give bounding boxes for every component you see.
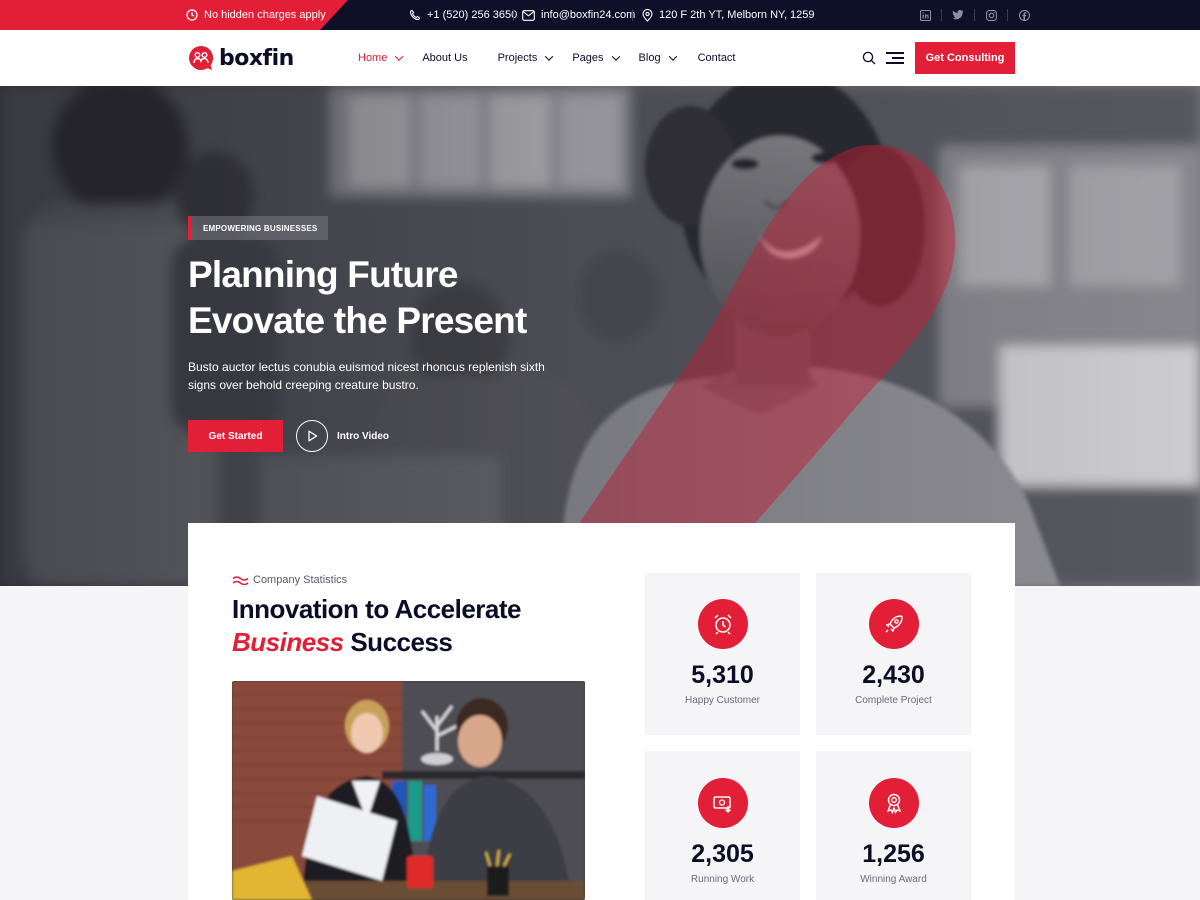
boxfin-logo-icon (189, 45, 214, 70)
intro-video-button[interactable]: Intro Video (296, 420, 389, 452)
stat-value: 2,430 (862, 661, 925, 689)
intro-video-label: Intro Video (337, 430, 390, 442)
chevron-down-icon (668, 52, 677, 61)
section-title-line-1: Innovation to Accelerate (232, 594, 522, 624)
notice-item: No hidden charges apply (186, 0, 326, 30)
money-transfer-icon (697, 778, 748, 828)
nav-label: Projects (497, 52, 538, 64)
stat-value: 1,256 (862, 840, 925, 868)
stat-label: Running Work (690, 874, 755, 885)
stat-card-happy-customer: 5,310 Happy Customer (645, 573, 800, 735)
get-started-button[interactable]: Get Started (188, 420, 283, 452)
chevron-down-icon (611, 52, 620, 61)
rocket-icon (868, 599, 919, 649)
hamburger-menu-icon[interactable] (886, 51, 904, 65)
header-divider (320, 30, 348, 86)
divider (632, 9, 633, 21)
email-text: info@boxfin24.com (541, 9, 636, 21)
stat-card-running-work: 2,305 Running Work (645, 751, 800, 900)
stat-value: 5,310 (691, 661, 754, 689)
top-bar: No hidden charges apply +1 (520) 256 365… (0, 0, 1200, 30)
brand-name: boxfin (219, 45, 294, 71)
nav-item-about[interactable]: About Us (422, 52, 467, 64)
nav-label: Blog (638, 52, 661, 64)
main-nav: Home About Us Projects Pages Blog Contac… (358, 30, 736, 86)
brand-logo[interactable]: boxfin (188, 44, 294, 72)
nav-label: About Us (422, 52, 468, 64)
divider (941, 9, 942, 21)
divider (513, 9, 514, 21)
wave-icon (232, 576, 249, 585)
chevron-down-icon (395, 52, 404, 61)
linkedin-icon[interactable] (919, 9, 931, 21)
divider (1007, 9, 1008, 21)
phone-text: +1 (520) 256 3650 (427, 9, 518, 21)
award-medal-icon (868, 778, 919, 828)
stat-card-complete-project: 2,430 Complete Project (816, 573, 971, 735)
nav-item-contact[interactable]: Contact (698, 52, 736, 64)
envelope-icon (522, 9, 535, 21)
hero-section: EMPOWERING BUSINESSES Planning Future Ev… (0, 86, 1200, 586)
stat-card-winning-award: 1,256 Winning Award (816, 751, 971, 900)
email-item[interactable]: info@boxfin24.com (522, 0, 635, 30)
nav-item-pages[interactable]: Pages (572, 52, 620, 64)
section-title-highlight: Business (232, 627, 344, 657)
nav-item-projects[interactable]: Projects (497, 52, 554, 64)
nav-label: Contact (697, 52, 736, 64)
search-icon[interactable] (862, 51, 876, 65)
main-header: boxfin Home About Us Projects Pages Blog… (0, 30, 1200, 86)
hero-title: Planning Future Evovate the Present (188, 252, 608, 344)
hero-description: Busto auctor lectus conubia euismod nice… (188, 360, 545, 392)
section-title: Innovation to Accelerate Business Succes… (232, 593, 612, 659)
twitter-icon[interactable] (952, 9, 964, 21)
instagram-icon[interactable] (985, 9, 997, 21)
stat-label: Happy Customer (684, 695, 761, 706)
notice-text: No hidden charges apply (204, 9, 326, 21)
address-text: 120 F 2th YT, Melborn NY, 1259 (659, 9, 815, 21)
facebook-icon[interactable] (1018, 9, 1030, 21)
phone-item[interactable]: +1 (520) 256 3650 (409, 0, 517, 30)
get-consulting-button[interactable]: Get Consulting (915, 42, 1015, 74)
stat-label: Winning Award (860, 874, 927, 885)
hero-title-line-2: Evovate the Present (188, 300, 527, 341)
office-meeting-image (232, 681, 585, 900)
nav-item-blog[interactable]: Blog (638, 52, 677, 64)
company-statistics-section: Company Statistics Innovation to Acceler… (188, 523, 1015, 900)
hero-title-line-1: Planning Future (188, 254, 458, 295)
nav-label: Home (358, 52, 388, 64)
nav-label: Pages (572, 52, 604, 64)
section-eyebrow: Company Statistics (232, 574, 347, 586)
map-pin-icon (642, 8, 653, 22)
stat-label: Complete Project (855, 695, 932, 706)
phone-icon (409, 9, 421, 21)
play-icon[interactable] (296, 420, 328, 452)
clock-icon (186, 9, 198, 21)
section-title-rest: Success (350, 627, 453, 657)
social-links (919, 0, 1030, 30)
divider (974, 9, 975, 21)
chevron-down-icon (545, 52, 554, 61)
nav-item-home[interactable]: Home (358, 52, 404, 64)
address-item: 120 F 2th YT, Melborn NY, 1259 (642, 0, 815, 30)
alarm-clock-icon (697, 599, 748, 649)
stat-value: 2,305 (691, 840, 754, 868)
hero-tag: EMPOWERING BUSINESSES (188, 216, 328, 240)
eyebrow-text: Company Statistics (253, 574, 348, 586)
